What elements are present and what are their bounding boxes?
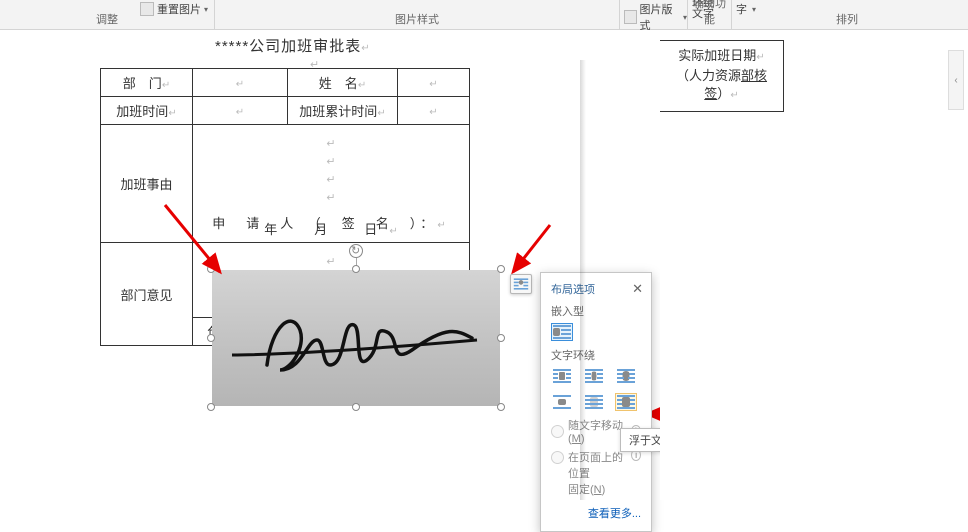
ribbon-group-arrange-label: 排列	[732, 11, 962, 27]
resize-handle-e[interactable]	[497, 334, 505, 342]
section-wrap-label: 文字环绕	[551, 347, 641, 363]
signature-image-content	[212, 270, 500, 406]
layout-option-tight[interactable]	[583, 367, 605, 385]
layout-option-infront[interactable]	[615, 393, 637, 411]
see-more-link[interactable]: 查看更多...	[551, 505, 641, 521]
page-1: *****公司加班审批表↵ ↵ 部 门↵ ↵ 姓 名↵ ↵ 加班时间↵ ↵ 加班…	[0, 30, 580, 500]
layout-options-icon	[513, 277, 529, 291]
ribbon-group-picformat: 图片版式	[620, 0, 688, 29]
resize-handle-ne[interactable]	[497, 265, 505, 273]
layout-option-square[interactable]	[551, 367, 573, 385]
layout-option-topbottom[interactable]	[551, 393, 573, 411]
close-icon[interactable]: ✕	[632, 281, 643, 297]
radio-fix-input[interactable]	[551, 451, 564, 464]
page-2: 实际加班日期↵ （人力资源部核签）↵	[660, 40, 960, 500]
cell-ot-value[interactable]: ↵	[193, 97, 288, 125]
ribbon-group-style-label: 图片样式	[215, 11, 619, 27]
ribbon-group-adjust: 重置图片 ▾ 调整	[0, 0, 215, 29]
pic-format-label: 图片版式	[640, 1, 678, 33]
radio-move-input[interactable]	[551, 425, 564, 438]
layout-option-inline[interactable]	[551, 323, 573, 341]
cell-dept-value[interactable]: ↵	[193, 69, 288, 97]
section-inline-label: 嵌入型	[551, 303, 641, 319]
actual-ot-date-cell: 实际加班日期↵ （人力资源部核签）↵	[660, 40, 784, 112]
cell-reason-body[interactable]: ↵ ↵ ↵ ↵ 申 请 人 （ 签 名 ）：↵ 年 月 日↵	[193, 125, 470, 243]
document-area: *****公司加班审批表↵ ↵ 部 门↵ ↵ 姓 名↵ ↵ 加班时间↵ ↵ 加班…	[0, 30, 968, 500]
page-divider-shadow	[580, 60, 586, 500]
cell-ot-label: 加班时间↵	[101, 97, 193, 125]
ribbon-group-adjust-label: 调整	[0, 11, 214, 27]
ribbon-group-assist-label: 辅助功能	[688, 0, 731, 27]
ribbon-group-arrange: 字 排列	[732, 0, 962, 29]
resize-handle-se[interactable]	[497, 403, 505, 411]
pic-format-icon	[624, 10, 637, 24]
ribbon: 重置图片 ▾ 调整 图片样式 图片版式 环绕 文字 辅助功能 字 排列	[0, 0, 968, 30]
resize-handle-sw[interactable]	[207, 403, 215, 411]
layout-options-popover: 布局选项 ✕ 嵌入型 文字环绕	[540, 272, 652, 532]
cell-accum-value[interactable]: ↵	[398, 97, 470, 125]
collapse-pane-button[interactable]: ‹	[948, 50, 964, 110]
cell-reason-label: 加班事由	[101, 125, 193, 243]
popover-title: 布局选项	[551, 281, 641, 297]
cell-dept-label: 部 门↵	[101, 69, 193, 97]
resize-handle-s[interactable]	[352, 403, 360, 411]
resize-handle-n[interactable]	[352, 265, 360, 273]
layout-option-through[interactable]	[615, 367, 637, 385]
resize-handle-w[interactable]	[207, 334, 215, 342]
cell-name-value[interactable]: ↵	[398, 69, 470, 97]
rotate-handle[interactable]	[349, 244, 363, 258]
cell-name-label: 姓 名↵	[288, 69, 398, 97]
ribbon-group-style: 图片样式	[215, 0, 620, 29]
layout-options-trigger[interactable]	[510, 274, 532, 294]
pic-format-button[interactable]: 图片版式	[624, 1, 687, 33]
cell-accum-label: 加班累计时间↵	[288, 97, 398, 125]
form-title: *****公司加班审批表↵	[215, 35, 371, 56]
snippet-line-2: （人力资源部核签）↵	[670, 67, 773, 105]
layout-option-behind[interactable]	[583, 393, 605, 411]
radio-fix-on-page[interactable]: 在页面上的位置 固定(N) i	[551, 449, 641, 497]
cell-opinion-label: 部门意见	[101, 243, 193, 346]
ribbon-group-wraptext: 环绕 文字 辅助功能	[688, 0, 732, 29]
resize-handle-nw[interactable]	[207, 265, 215, 273]
signature-stroke	[212, 270, 500, 406]
snippet-line-1: 实际加班日期↵	[670, 47, 773, 67]
signature-image[interactable]	[212, 270, 500, 406]
reason-date-line: 年 月 日↵	[193, 219, 469, 238]
